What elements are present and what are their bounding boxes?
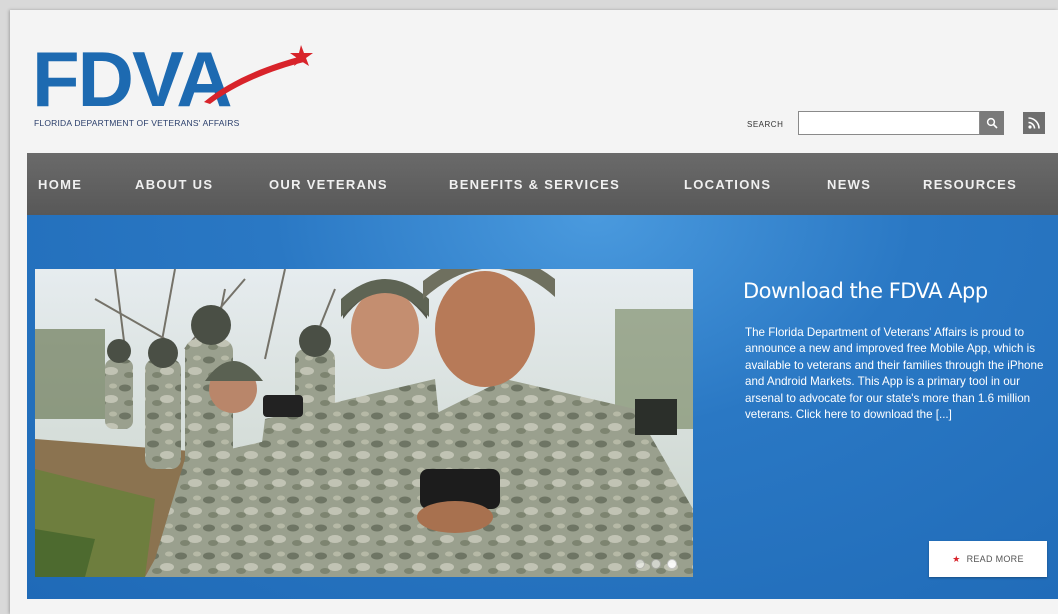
search-label: SEARCH — [747, 120, 784, 129]
fdva-logo[interactable]: FDVA FLORIDA DEPARTMENT OF VETERANS' AFF… — [32, 40, 332, 140]
slider-dots — [635, 559, 677, 569]
hero-photo[interactable] — [35, 269, 693, 577]
nav-item-news[interactable]: NEWS — [827, 153, 871, 215]
nav-item-our-veterans[interactable]: OUR VETERANS — [269, 153, 388, 215]
nav-item-home[interactable]: HOME — [38, 153, 82, 215]
search-icon — [986, 117, 998, 129]
slider-dot[interactable] — [667, 559, 677, 569]
hero-description: The Florida Department of Veterans' Affa… — [745, 326, 1044, 422]
soldiers-photo — [35, 269, 693, 577]
nav-item-resources[interactable]: RESOURCES — [923, 153, 1017, 215]
nav-item-benefits-services[interactable]: BENEFITS & SERVICES — [449, 153, 620, 215]
nav-item-locations[interactable]: LOCATIONS — [684, 153, 771, 215]
hero-banner: Download the FDVA App The Florida Depart… — [27, 215, 1058, 599]
slider-dot[interactable] — [635, 559, 645, 569]
star-icon: ★ — [952, 553, 961, 564]
hero-title[interactable]: Download the FDVA App — [743, 279, 988, 303]
slider-dot[interactable] — [651, 559, 661, 569]
search-button[interactable] — [980, 111, 1004, 135]
rss-icon — [1028, 117, 1040, 129]
logo-tagline: FLORIDA DEPARTMENT OF VETERANS' AFFAIRS — [34, 118, 240, 128]
svg-text:FDVA: FDVA — [32, 40, 231, 120]
main-nav: HOME ABOUT US OUR VETERANS BENEFITS & SE… — [27, 153, 1058, 215]
rss-button[interactable] — [1023, 112, 1045, 134]
read-more-label: READ MORE — [966, 554, 1024, 564]
search-input[interactable] — [798, 111, 980, 135]
fdva-logo-mark: FDVA — [32, 40, 313, 120]
page: FDVA FLORIDA DEPARTMENT OF VETERANS' AFF… — [10, 10, 1058, 614]
read-more-button[interactable]: ★ READ MORE — [929, 541, 1047, 577]
nav-item-about-us[interactable]: ABOUT US — [135, 153, 213, 215]
